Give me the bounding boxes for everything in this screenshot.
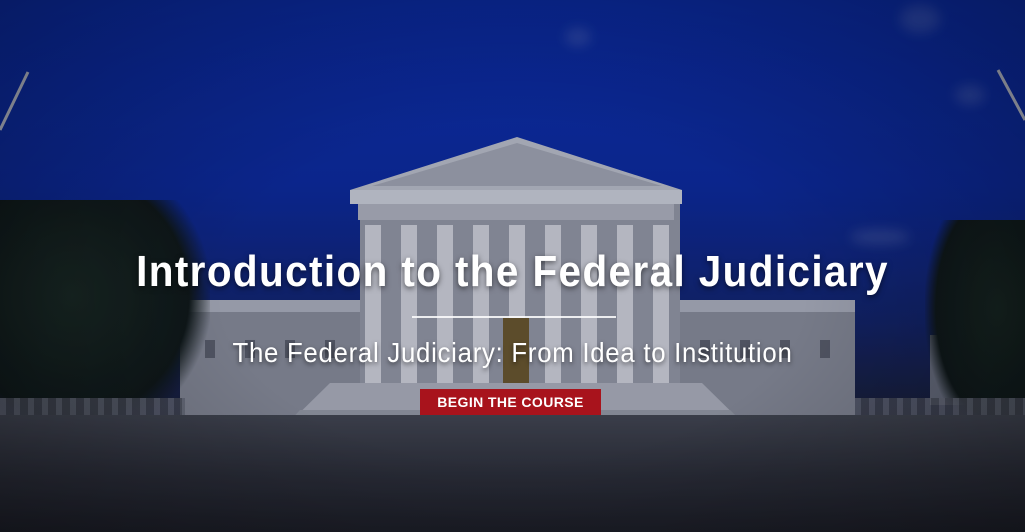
course-subtitle: The Federal Judiciary: From Idea to Inst… xyxy=(232,337,793,368)
course-title: Introduction to the Federal Judiciary xyxy=(136,247,889,296)
hero-text-overlay: Introduction to the Federal Judiciary Th… xyxy=(0,0,1025,532)
title-divider xyxy=(412,316,616,318)
course-hero-banner: Introduction to the Federal Judiciary Th… xyxy=(0,0,1025,532)
begin-course-button[interactable]: BEGIN THE COURSE xyxy=(420,389,601,415)
